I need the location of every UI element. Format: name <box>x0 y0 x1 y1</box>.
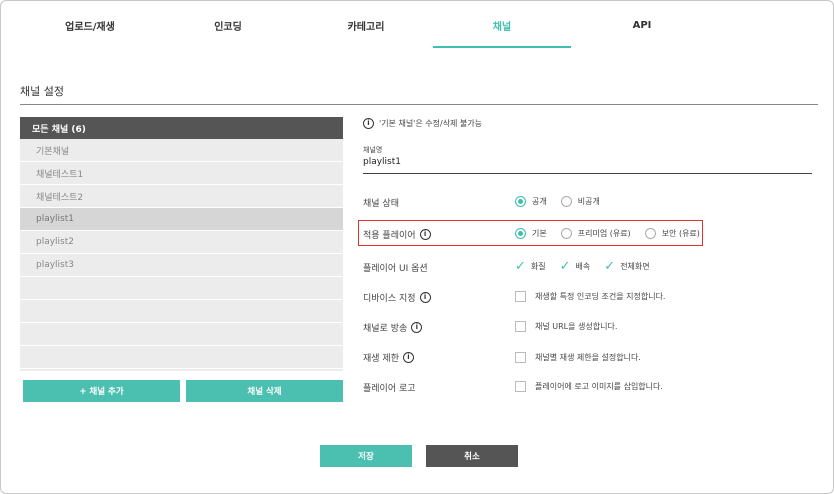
player-logo-label-text: 플레이어 로고 <box>363 384 416 394</box>
status-private-radio[interactable]: 비공개 <box>560 196 600 207</box>
status-private-label: 비공개 <box>577 197 600 206</box>
info-note-text: '기본 채널'은 수정/삭제 불가능 <box>379 119 483 128</box>
device-option[interactable]: 재생할 특정 인코딩 조건을 지정합니다. <box>515 291 665 302</box>
cancel-button[interactable]: 취소 <box>426 445 518 467</box>
channel-status-label: 채널 상태 <box>363 196 399 209</box>
player-basic-label: 기본 <box>532 229 547 238</box>
ui-speed-checkbox[interactable]: ✓ 배속 <box>560 260 591 273</box>
broadcast-label-text: 채널로 방송 <box>363 324 408 334</box>
active-tab-indicator <box>433 46 571 48</box>
channel-name-label: 채널명 <box>363 146 383 154</box>
info-circle-icon[interactable]: i <box>402 352 414 363</box>
tab-api[interactable]: API <box>573 1 711 49</box>
channel-list: 모든 채널 (6) 기본채널 채널테스트1 채널테스트2 playlist1 p… <box>20 117 343 371</box>
channel-list-empty-row <box>20 346 343 369</box>
player-premium-label: 프리미엄 (유료) <box>577 229 631 238</box>
player-label: 적용 플레이어 i <box>363 228 431 241</box>
channel-status-label-text: 채널 상태 <box>363 199 399 209</box>
player-premium-radio[interactable]: 프리미엄 (유료) <box>560 228 631 239</box>
player-basic-radio[interactable]: 기본 <box>515 228 547 239</box>
ui-quality-checkbox[interactable]: ✓ 화질 <box>515 260 546 273</box>
section-divider <box>20 104 818 105</box>
status-public-label: 공개 <box>532 197 547 206</box>
ui-speed-label: 배속 <box>575 262 591 271</box>
broadcast-label: 채널로 방송 i <box>363 321 423 334</box>
save-button[interactable]: 저장 <box>320 445 412 467</box>
channel-list-item-selected[interactable]: playlist1 <box>20 208 343 231</box>
radio-selected-icon <box>515 196 526 207</box>
player-logo-option[interactable]: 플레이어에 로고 이미지를 삽입합니다. <box>515 381 663 392</box>
checkmark-icon: ✓ <box>559 259 571 274</box>
player-secure-radio[interactable]: 보안 (유료) <box>644 228 700 239</box>
player-options: 기본 프리미엄 (유료) 보안 (유료) <box>515 228 714 239</box>
channel-list-item[interactable]: playlist3 <box>20 254 343 277</box>
info-circle-icon[interactable]: i <box>419 292 431 303</box>
player-ui-options: ✓ 화질 ✓ 배속 ✓ 전체화면 <box>515 260 664 273</box>
ui-fullscreen-checkbox[interactable]: ✓ 전체화면 <box>604 260 649 273</box>
section-title: 채널 설정 <box>20 85 64 98</box>
channel-list-empty-row <box>20 300 343 323</box>
info-circle-icon[interactable]: i <box>411 322 423 333</box>
channel-name-input[interactable]: playlist1 <box>363 157 812 174</box>
add-channel-button[interactable]: + 채널 추가 <box>23 380 180 402</box>
status-public-radio[interactable]: 공개 <box>515 196 547 207</box>
radio-icon <box>560 228 572 239</box>
info-circle-icon: i <box>363 118 374 129</box>
checkmark-icon: ✓ <box>515 259 526 274</box>
player-label-text: 적용 플레이어 <box>363 231 416 241</box>
device-label: 디바이스 지정 i <box>363 291 431 304</box>
broadcast-checkbox[interactable] <box>515 321 526 332</box>
tab-upload-playback[interactable]: 업로드/재생 <box>21 1 159 49</box>
channel-status-options: 공개 비공개 <box>515 196 614 207</box>
broadcast-option[interactable]: 채널 URL을 생성합니다. <box>515 321 617 332</box>
player-logo-text: 플레이어에 로고 이미지를 삽입합니다. <box>535 382 663 391</box>
channel-list-item[interactable]: 기본채널 <box>20 139 343 162</box>
tab-channel[interactable]: 채널 <box>433 1 571 49</box>
playback-limit-text: 채널별 재생 제한을 설정합니다. <box>535 353 641 362</box>
info-circle-icon[interactable]: i <box>419 229 431 240</box>
device-text: 재생할 특정 인코딩 조건을 지정합니다. <box>535 292 666 301</box>
info-note: i '기본 채널'은 수정/삭제 불가능 <box>363 118 482 129</box>
player-logo-checkbox[interactable] <box>515 381 526 392</box>
ui-fullscreen-label: 전체화면 <box>620 262 650 271</box>
player-ui-label: 플레이어 UI 옵션 <box>363 261 428 274</box>
delete-channel-button[interactable]: 채널 삭제 <box>186 380 343 402</box>
playback-limit-checkbox[interactable] <box>515 352 526 363</box>
channel-list-empty-row <box>20 277 343 300</box>
player-ui-label-text: 플레이어 UI 옵션 <box>363 264 428 274</box>
broadcast-text: 채널 URL을 생성합니다. <box>535 322 618 331</box>
playback-limit-label: 재생 제한 i <box>363 351 414 364</box>
device-checkbox[interactable] <box>515 291 526 302</box>
channel-list-item[interactable]: 채널테스트1 <box>20 162 343 185</box>
player-secure-label: 보안 (유료) <box>661 229 700 238</box>
playback-limit-option[interactable]: 채널별 재생 제한을 설정합니다. <box>515 352 641 363</box>
radio-selected-icon <box>515 228 526 239</box>
radio-icon <box>644 228 656 239</box>
device-label-text: 디바이스 지정 <box>363 294 416 304</box>
settings-window: 업로드/재생 인코딩 카테고리 채널 API 채널 설정 모든 채널 (6) 기… <box>0 0 834 494</box>
radio-icon <box>560 196 572 207</box>
checkmark-icon: ✓ <box>604 259 616 274</box>
player-logo-label: 플레이어 로고 <box>363 381 416 394</box>
channel-list-empty-row <box>20 323 343 346</box>
channel-list-item[interactable]: 채널테스트2 <box>20 185 343 208</box>
ui-quality-label: 화질 <box>530 262 546 271</box>
channel-list-header[interactable]: 모든 채널 (6) <box>20 117 343 139</box>
tab-category[interactable]: 카테고리 <box>297 1 435 49</box>
tab-encoding[interactable]: 인코딩 <box>159 1 297 49</box>
channel-list-item[interactable]: playlist2 <box>20 231 343 254</box>
playback-limit-label-text: 재생 제한 <box>363 354 399 364</box>
top-tab-bar: 업로드/재생 인코딩 카테고리 채널 API <box>1 1 834 49</box>
